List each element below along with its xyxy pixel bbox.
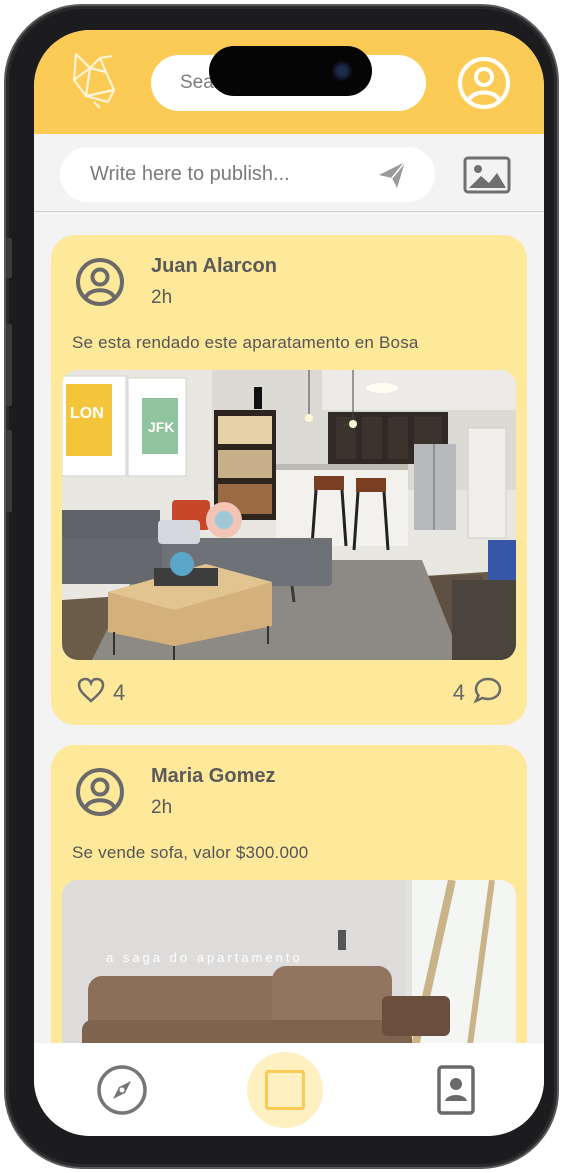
- home-square: [265, 1070, 305, 1110]
- volume-up-button: [6, 324, 12, 406]
- comment-button[interactable]: 4: [452, 676, 503, 710]
- comment-count: 4: [452, 680, 465, 705]
- contact-card-icon[interactable]: [437, 1065, 475, 1115]
- post-time: 2h: [151, 287, 173, 308]
- publish-input[interactable]: [60, 147, 370, 202]
- bottom-navigation: [34, 1043, 544, 1136]
- photo-caption: a saga do apartamento: [106, 950, 303, 965]
- like-button[interactable]: 4: [77, 677, 126, 709]
- heart-icon[interactable]: [77, 677, 105, 709]
- post-time: 2h: [151, 797, 173, 818]
- post-author[interactable]: Maria Gomez: [151, 765, 275, 788]
- user-circle-icon[interactable]: [457, 56, 511, 110]
- origami-bird-icon[interactable]: [66, 50, 122, 110]
- avatar-icon[interactable]: [75, 767, 125, 817]
- post-author[interactable]: Juan Alarcon: [151, 255, 277, 278]
- post-photo-apartment[interactable]: LON JFK: [62, 370, 516, 660]
- post-text: Se vende sofa, valor $300.000: [72, 843, 309, 862]
- front-camera: [332, 61, 352, 81]
- post-card[interactable]: Maria Gomez 2h Se vende sofa, valor $300…: [51, 745, 527, 1043]
- app-screen: Search Write here to publish... Juan Ala…: [34, 30, 544, 1136]
- dynamic-island: [209, 46, 372, 96]
- image-icon[interactable]: [463, 156, 511, 194]
- composer-row: [34, 134, 544, 212]
- volume-down-button: [6, 430, 12, 512]
- speech-bubble-icon[interactable]: [473, 676, 503, 710]
- compass-icon[interactable]: [96, 1064, 148, 1116]
- composer: [60, 147, 435, 202]
- post-photo-sofa[interactable]: a saga do apartamento: [62, 880, 516, 1043]
- mute-switch: [6, 238, 12, 278]
- square-icon[interactable]: [247, 1052, 323, 1128]
- like-count: 4: [113, 680, 126, 705]
- poster-tag-lon: LON: [70, 405, 104, 422]
- paper-plane-icon[interactable]: [377, 160, 407, 190]
- post-feed: Juan Alarcon 2h Se esta rendado este apa…: [34, 213, 544, 1043]
- post-card[interactable]: Juan Alarcon 2h Se esta rendado este apa…: [51, 235, 527, 725]
- avatar-icon[interactable]: [75, 257, 125, 307]
- poster-tag-jfk: JFK: [148, 419, 174, 435]
- post-text: Se esta rendado este aparatamento en Bos…: [72, 333, 419, 352]
